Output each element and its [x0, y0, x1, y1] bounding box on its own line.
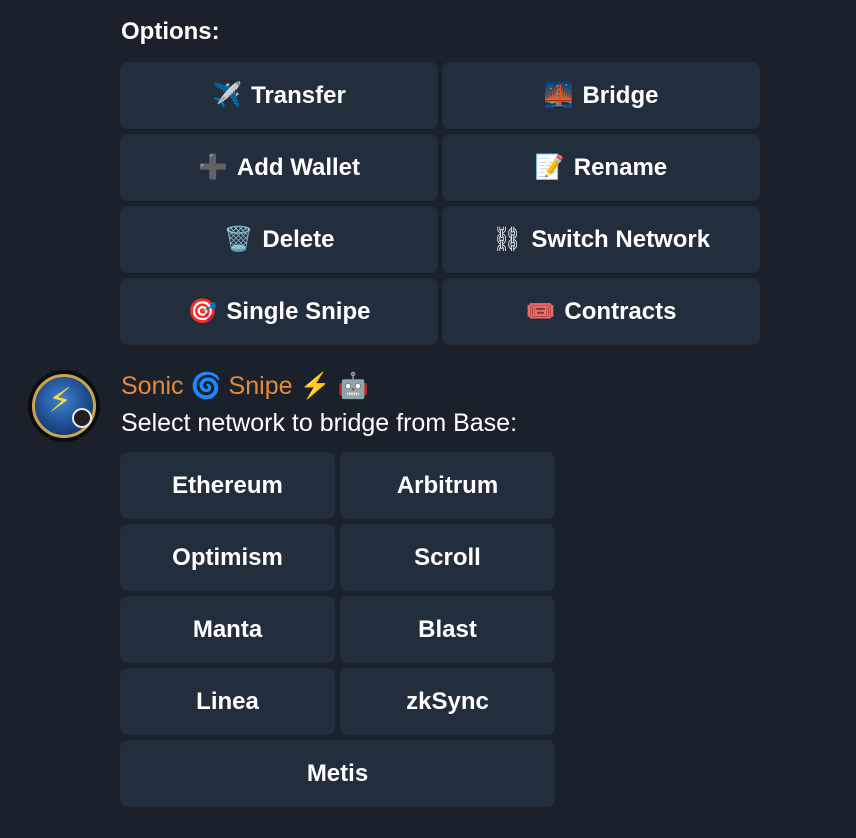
- transfer-button[interactable]: ✈️ Transfer: [120, 62, 438, 129]
- bridge-button-label: Bridge: [582, 81, 659, 109]
- options-label: Options:: [121, 18, 220, 45]
- network-button-arbitrum[interactable]: Arbitrum: [340, 452, 555, 519]
- network-button-linea[interactable]: Linea: [120, 668, 335, 735]
- contracts-button-label: Contracts: [564, 297, 677, 325]
- transfer-button-label: Transfer: [251, 81, 346, 109]
- network-button-ethereum[interactable]: Ethereum: [120, 452, 335, 519]
- add-wallet-button[interactable]: ➕ Add Wallet: [120, 134, 438, 201]
- bridge-icon: 🌉: [543, 82, 574, 109]
- switch-network-button-label: Switch Network: [531, 225, 711, 253]
- chain-icon: ⛓: [491, 226, 523, 253]
- trash-icon: 🗑️: [223, 226, 254, 253]
- single-snipe-button[interactable]: 🎯 Single Snipe: [120, 278, 438, 345]
- message-text: Select network to bridge from Base:: [121, 409, 518, 437]
- robot-badge-icon: [72, 408, 92, 428]
- rename-button[interactable]: 📝 Rename: [442, 134, 760, 201]
- memo-icon: 📝: [534, 154, 565, 181]
- network-button-zksync[interactable]: zkSync: [340, 668, 555, 735]
- contracts-button[interactable]: 🎟️ Contracts: [442, 278, 760, 345]
- plus-icon: ➕: [198, 154, 228, 181]
- network-button-optimism[interactable]: Optimism: [120, 524, 335, 591]
- lightning-icon: ⚡: [48, 382, 72, 420]
- delete-button-label: Delete: [262, 225, 335, 253]
- network-button-scroll[interactable]: Scroll: [340, 524, 555, 591]
- switch-network-button[interactable]: ⛓ Switch Network: [442, 206, 760, 273]
- airplane-icon: ✈️: [212, 82, 243, 109]
- bridge-button[interactable]: 🌉 Bridge: [442, 62, 760, 129]
- ticket-icon: 🎟️: [525, 298, 556, 325]
- delete-button[interactable]: 🗑️ Delete: [120, 206, 438, 273]
- rename-button-label: Rename: [573, 153, 668, 181]
- network-button-manta[interactable]: Manta: [120, 596, 335, 663]
- sender-name[interactable]: Sonic 🌀 Snipe ⚡️ 🤖: [121, 372, 369, 401]
- network-button-metis[interactable]: Metis: [120, 740, 555, 807]
- target-icon: 🎯: [187, 298, 218, 325]
- add-wallet-button-label: Add Wallet: [236, 153, 360, 181]
- network-button-blast[interactable]: Blast: [340, 596, 555, 663]
- bot-avatar[interactable]: ⚡: [28, 370, 100, 442]
- single-snipe-button-label: Single Snipe: [226, 297, 371, 325]
